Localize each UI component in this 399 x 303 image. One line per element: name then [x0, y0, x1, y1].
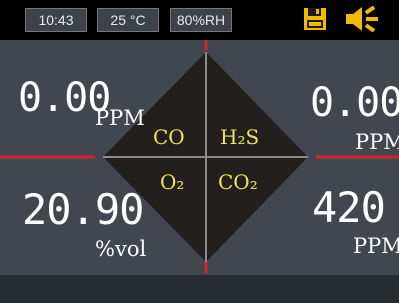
co-unit: PPM [95, 106, 145, 130]
footer-bar [0, 275, 399, 303]
co2-value: 420 [312, 183, 386, 232]
co2-unit: PPM [353, 234, 399, 258]
h2s-value: 0.00 [310, 80, 399, 126]
gas-label-h2s: H₂S [220, 125, 260, 149]
gas-label-o2: O₂ [160, 170, 185, 194]
o2-unit: %vol [95, 237, 147, 261]
sensor-diamond [0, 40, 399, 273]
h2s-unit: PPM [355, 130, 399, 154]
gas-monitor-screen: 10:43 25 °C 80%RH 0.00 PPM 0.00 PPM 20.9… [0, 0, 399, 303]
gas-label-co2: CO₂ [218, 170, 258, 194]
gas-label-co: CO [153, 125, 185, 149]
o2-value: 20.90 [22, 185, 144, 234]
